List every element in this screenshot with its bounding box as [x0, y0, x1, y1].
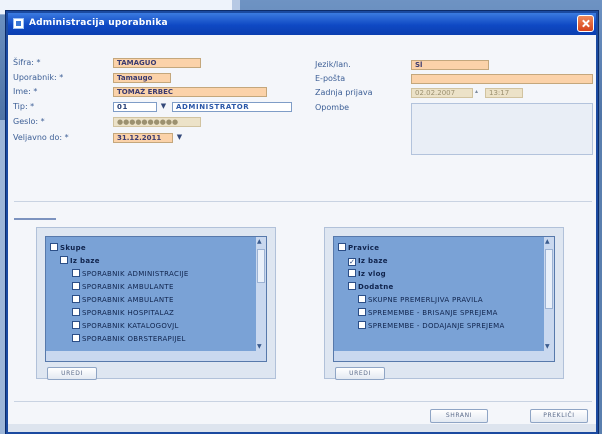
tip-dropdown-arrow-icon[interactable]: ▼	[159, 102, 168, 111]
email-field[interactable]	[411, 74, 593, 84]
checkbox[interactable]	[60, 256, 68, 264]
cancel-button[interactable]: PREKLIČI	[530, 409, 588, 423]
tree-node[interactable]: SPORABNIK AMBULANTE	[72, 282, 174, 293]
checkbox[interactable]	[72, 321, 80, 329]
tree-node[interactable]: SPREMEMBE - DODAJANJE SPREJEMA	[358, 321, 505, 332]
dialog-title: Administracija uporabnika	[29, 18, 168, 28]
geslo-field[interactable]: ●●●●●●●●●●	[113, 117, 201, 127]
permissions-panel: Pravice Iz baze Iz vlog Dodatne SKUPNE P…	[324, 227, 564, 380]
scroll-thumb[interactable]	[545, 249, 553, 309]
permissions-edit-button[interactable]: UREDI	[335, 367, 385, 380]
window-icon	[13, 18, 24, 29]
geslo-label: Geslo: *	[13, 117, 45, 126]
permissions-tree[interactable]: Pravice Iz baze Iz vlog Dodatne SKUPNE P…	[333, 236, 555, 362]
checkbox[interactable]	[358, 295, 366, 303]
zadnja-prijava-label: Zadnja prijava	[315, 88, 373, 97]
footer-separator	[14, 401, 592, 402]
opombe-textarea[interactable]	[411, 103, 593, 155]
tree-node[interactable]: Iz baze	[348, 256, 388, 267]
tree-node[interactable]: SPORABNIK ADMINISTRACIJE	[72, 269, 189, 280]
jezik-label: Jezik/lan.	[315, 60, 351, 69]
groups-panel: Skupe Iz baze SPORABNIK ADMINISTRACIJE S…	[36, 227, 276, 380]
tip-label: Tip: *	[13, 102, 35, 111]
tree-node[interactable]: Iz baze	[60, 256, 100, 267]
tree-node[interactable]: SKUPNE PREMERLJIVA PRAVILA	[358, 295, 483, 306]
uporabnik-field[interactable]: Tamaugo	[113, 73, 171, 83]
tip-code-select[interactable]: 01	[113, 102, 157, 112]
scroll-up-icon[interactable]: ▲	[257, 238, 262, 245]
checkbox[interactable]	[72, 334, 80, 342]
form-separator	[14, 201, 592, 202]
tree-node[interactable]: SPORABNIK AMBULANTE	[72, 295, 174, 306]
email-label: E-pošta	[315, 74, 346, 83]
uporabnik-label: Uporabnik: *	[13, 73, 64, 82]
veljavno-dropdown-arrow-icon[interactable]: ▼	[175, 133, 184, 142]
opombe-label: Opombe	[315, 103, 350, 112]
horizontal-scrollbar[interactable]	[334, 351, 554, 361]
tree-node[interactable]: Pravice	[338, 243, 379, 254]
checkbox[interactable]	[358, 321, 366, 329]
zadnja-prijava-spin-icon: ▴	[475, 88, 479, 95]
checkbox[interactable]	[72, 295, 80, 303]
scroll-down-icon[interactable]: ▼	[545, 343, 550, 350]
sifra-label: Šifra: *	[13, 58, 41, 67]
save-button[interactable]: SHRANI	[430, 409, 488, 423]
groups-tree[interactable]: Skupe Iz baze SPORABNIK ADMINISTRACIJE S…	[45, 236, 267, 362]
section-tab-indicator	[14, 218, 56, 220]
tree-node[interactable]: SPORABNIK KATALOGOVJL	[72, 321, 179, 332]
ime-field[interactable]: TOMAŽ ERBEC	[113, 87, 267, 97]
close-button[interactable]	[577, 15, 594, 32]
ime-label: Ime: *	[13, 87, 38, 96]
checkbox[interactable]	[72, 269, 80, 277]
tip-name-field: ADMINISTRATOR	[172, 102, 292, 112]
horizontal-scrollbar[interactable]	[46, 351, 266, 361]
user-admin-dialog: Administracija uporabnika Šifra: * Upora…	[6, 11, 598, 434]
tree-node[interactable]: Iz vlog	[348, 269, 386, 280]
tree-node[interactable]: SPORABNIK OBRSTERAPIJEL	[72, 334, 186, 345]
checkbox-checked[interactable]	[348, 258, 356, 266]
tree-node[interactable]: Skupe	[50, 243, 86, 254]
checkbox[interactable]	[72, 308, 80, 316]
scroll-up-icon[interactable]: ▲	[545, 238, 550, 245]
checkbox[interactable]	[348, 269, 356, 277]
jezik-field[interactable]: Sl	[411, 60, 489, 70]
veljavno-label: Veljavno do: *	[13, 133, 69, 142]
sifra-field[interactable]: TAMAGUO	[113, 58, 201, 68]
tree-node[interactable]: SPREMEMBE - BRISANJE SPREJEMA	[358, 308, 498, 319]
scroll-thumb[interactable]	[257, 249, 265, 283]
vertical-scrollbar[interactable]: ▲ ▼	[256, 237, 266, 351]
checkbox[interactable]	[50, 243, 58, 251]
zadnja-prijava-time: 13:17	[485, 88, 523, 98]
groups-edit-button[interactable]: UREDI	[47, 367, 97, 380]
zadnja-prijava-date: 02.02.2007	[411, 88, 473, 98]
status-strip	[8, 424, 596, 432]
veljavno-field[interactable]: 31.12.2011	[113, 133, 173, 143]
checkbox[interactable]	[348, 282, 356, 290]
checkbox[interactable]	[358, 308, 366, 316]
tree-node[interactable]: SPORABNIK HOSPITALAZ	[72, 308, 174, 319]
title-bar[interactable]: Administracija uporabnika	[8, 13, 596, 35]
vertical-scrollbar[interactable]: ▲ ▼	[544, 237, 554, 351]
scroll-down-icon[interactable]: ▼	[257, 343, 262, 350]
tree-node[interactable]: Dodatne	[348, 282, 394, 293]
checkbox[interactable]	[338, 243, 346, 251]
checkbox[interactable]	[72, 282, 80, 290]
